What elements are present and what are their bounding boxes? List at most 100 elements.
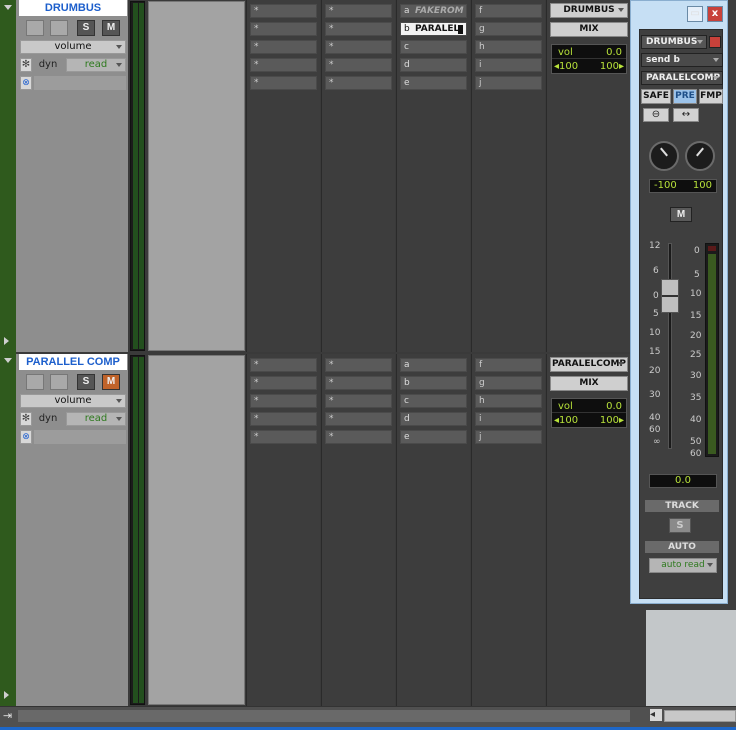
send-slot[interactable]: f bbox=[475, 358, 542, 372]
input-monitor-button[interactable] bbox=[50, 20, 68, 36]
insert-slot[interactable]: * bbox=[325, 394, 392, 408]
pre-button[interactable]: PRE bbox=[673, 89, 697, 104]
track-name[interactable]: DRUMBUS bbox=[19, 0, 127, 16]
send-slot[interactable]: a bbox=[400, 358, 467, 372]
send-slot[interactable]: c bbox=[400, 394, 467, 408]
track-expand-toggle-icon[interactable] bbox=[4, 358, 12, 363]
track-selector[interactable]: DRUMBUS bbox=[641, 35, 707, 49]
close-button[interactable]: x bbox=[707, 6, 723, 22]
insert-slot[interactable]: * bbox=[325, 40, 392, 54]
fmp-button[interactable]: FMP bbox=[699, 89, 723, 104]
mute-button[interactable]: M bbox=[102, 20, 120, 36]
record-arm-button[interactable] bbox=[26, 374, 44, 390]
insert-slot[interactable]: * bbox=[250, 394, 317, 408]
solo-button[interactable]: S bbox=[77, 20, 95, 36]
send-slot[interactable]: d bbox=[400, 412, 467, 426]
pan-right-knob[interactable] bbox=[685, 141, 715, 171]
insert-slot[interactable]: * bbox=[250, 376, 317, 390]
send-slot[interactable]: h bbox=[475, 40, 542, 54]
track-comments-field[interactable] bbox=[34, 76, 126, 90]
track-expand-toggle-icon[interactable] bbox=[4, 5, 12, 10]
send-slot-selected[interactable]: b PARALEL bbox=[400, 22, 467, 36]
send-mute-button[interactable]: M bbox=[670, 207, 692, 222]
automation-mode-selector[interactable]: auto read bbox=[649, 558, 717, 573]
track-collapse-arrow-icon[interactable] bbox=[4, 337, 9, 345]
track-view-label: volume bbox=[54, 395, 92, 406]
insert-slot[interactable]: * bbox=[250, 22, 317, 36]
send-slot[interactable]: j bbox=[475, 76, 542, 90]
send-slot[interactable]: h bbox=[475, 394, 542, 408]
send-slot[interactable]: a FAKEROM bbox=[400, 4, 467, 18]
record-enable-icon[interactable] bbox=[709, 36, 721, 48]
insert-slot[interactable]: * bbox=[325, 22, 392, 36]
record-arm-button[interactable] bbox=[26, 20, 44, 36]
insert-slot[interactable]: * bbox=[250, 430, 317, 444]
horizontal-scrollbar[interactable] bbox=[18, 710, 630, 722]
send-letter: a bbox=[404, 6, 410, 16]
send-slot[interactable]: g bbox=[475, 376, 542, 390]
send-slot[interactable]: e bbox=[400, 430, 467, 444]
insert-slot[interactable]: * bbox=[325, 376, 392, 390]
insert-slot[interactable]: * bbox=[325, 76, 392, 90]
track-view-selector[interactable]: volume bbox=[20, 40, 126, 54]
mix-selector[interactable]: MIX bbox=[550, 22, 628, 37]
track-view-selector[interactable]: volume bbox=[20, 394, 126, 408]
timeline-scrollbar[interactable] bbox=[664, 710, 736, 722]
send-slot[interactable]: f bbox=[475, 4, 542, 18]
insert-slot[interactable]: * bbox=[250, 358, 317, 372]
insert-slot[interactable]: * bbox=[325, 4, 392, 18]
insert-slot[interactable]: * bbox=[250, 76, 317, 90]
send-letter: d bbox=[404, 60, 410, 70]
track-collapse-arrow-icon[interactable] bbox=[4, 691, 9, 699]
snowflake-icon[interactable]: ✻ bbox=[20, 412, 32, 426]
send-slot[interactable]: i bbox=[475, 412, 542, 426]
insert-slot[interactable]: * bbox=[325, 58, 392, 72]
track-name[interactable]: PARALLEL COMP bbox=[19, 354, 127, 370]
volume-pan-readout[interactable]: vol 0.0 ◂100 100▸ bbox=[551, 44, 627, 74]
input-monitor-button[interactable] bbox=[50, 374, 68, 390]
send-slot[interactable]: b bbox=[400, 376, 467, 390]
destination-selector[interactable]: PARALELCOMP bbox=[641, 71, 723, 85]
send-slot[interactable]: g bbox=[475, 22, 542, 36]
send-slot[interactable]: i bbox=[475, 58, 542, 72]
insert-slot[interactable]: * bbox=[250, 4, 317, 18]
fader-handle[interactable] bbox=[661, 279, 679, 313]
output-selector[interactable]: DRUMBUS bbox=[550, 3, 628, 18]
automation-mode-selector[interactable]: read bbox=[66, 58, 126, 72]
send-selector[interactable]: send b bbox=[641, 53, 723, 67]
link-icon[interactable]: ⊖ bbox=[643, 108, 669, 122]
volume-pan-readout[interactable]: vol 0.0 ◂100 100▸ bbox=[551, 398, 627, 428]
insert-slot[interactable]: * bbox=[325, 358, 392, 372]
send-solo-button[interactable]: S bbox=[669, 518, 691, 533]
automation-mode-selector[interactable]: read bbox=[66, 412, 126, 426]
blue-link-icon[interactable]: ⊗ bbox=[20, 76, 32, 90]
zoom-to-fit-icon[interactable]: ⇥ bbox=[3, 709, 12, 722]
track-comments-field[interactable] bbox=[34, 430, 126, 444]
send-slot[interactable]: e bbox=[400, 76, 467, 90]
send-slot[interactable]: j bbox=[475, 430, 542, 444]
window-restore-icon[interactable]: ▭ bbox=[687, 6, 703, 22]
solo-button[interactable]: S bbox=[77, 374, 95, 390]
insert-slot[interactable]: * bbox=[325, 412, 392, 426]
fader-track[interactable] bbox=[668, 243, 672, 449]
fader-value-readout[interactable]: 0.0 bbox=[649, 474, 717, 488]
insert-slot[interactable]: * bbox=[250, 58, 317, 72]
pan-readout[interactable]: -100 100 bbox=[649, 179, 717, 193]
insert-slot[interactable]: * bbox=[325, 430, 392, 444]
pan-left-knob[interactable] bbox=[649, 141, 679, 171]
pan-link-icon[interactable]: ↔ bbox=[673, 108, 699, 122]
insert-slot[interactable]: * bbox=[250, 40, 317, 54]
snowflake-icon[interactable]: ✻ bbox=[20, 58, 32, 72]
scroll-left-icon[interactable]: ◂ bbox=[650, 709, 662, 721]
blue-link-icon[interactable]: ⊗ bbox=[20, 430, 32, 444]
meter-scale-label: 10 bbox=[690, 289, 702, 299]
track-section-label: TRACK bbox=[645, 500, 719, 512]
output-selector[interactable]: PARALELCOMP bbox=[550, 357, 628, 372]
send-slot[interactable]: d bbox=[400, 58, 467, 72]
send-slot[interactable]: c bbox=[400, 40, 467, 54]
safe-button[interactable]: SAFE bbox=[641, 89, 671, 104]
send-letter: c bbox=[404, 42, 409, 52]
insert-slot[interactable]: * bbox=[250, 412, 317, 426]
mute-button-active[interactable]: M bbox=[102, 374, 120, 390]
mix-selector[interactable]: MIX bbox=[550, 376, 628, 391]
